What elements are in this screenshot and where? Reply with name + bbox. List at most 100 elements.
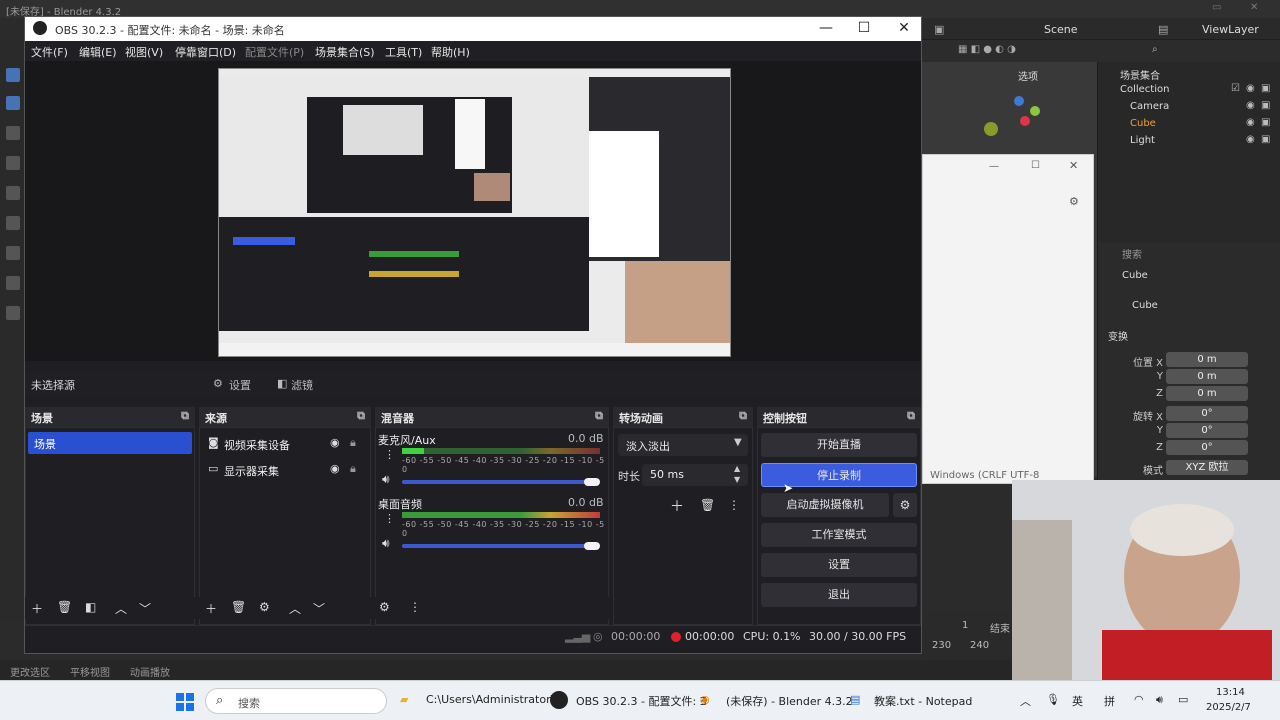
scene-icon[interactable]: ▣ [934, 23, 944, 36]
rotation-x-row[interactable]: 旋转 X 0° [1098, 406, 1280, 423]
obs-app-icon[interactable] [550, 691, 568, 709]
navigation-gizmo[interactable] [1012, 96, 1042, 126]
location-z-row[interactable]: Z0 m [1098, 386, 1280, 402]
eye-icon[interactable]: ◉ [330, 462, 340, 475]
virtual-camera-settings-icon[interactable]: ⚙ [893, 493, 917, 517]
source-item-display-capture[interactable]: ▭ 显示器采集 ◉ 🔒︎ [204, 460, 368, 480]
scale-tool-icon[interactable] [6, 186, 20, 200]
taskbar-search-input[interactable]: ⌕ 搜索 [205, 688, 387, 714]
add-cube-tool-icon[interactable] [6, 306, 20, 320]
chevron-up-icon[interactable]: ▲ [734, 464, 740, 473]
more-icon[interactable]: ⋮ [728, 498, 740, 512]
shading-icons[interactable]: ▦ ◧ ● ◐ ◑ [958, 44, 1038, 58]
lock-icon[interactable]: 🔒︎ [350, 436, 356, 450]
settings-button[interactable]: 设置 [761, 553, 917, 577]
taskbar-explorer[interactable]: C:\Users\Administrator\ [426, 693, 554, 706]
outliner-row-collection[interactable]: Collection ☑ ◉ ▣ [1098, 82, 1280, 99]
menu-edit[interactable]: 编辑(E) [79, 44, 117, 60]
clock-time[interactable]: 13:14 [1216, 687, 1245, 698]
menu-view[interactable]: 视图(V) [125, 44, 163, 60]
move-tool-icon[interactable] [6, 126, 20, 140]
location-y-row[interactable]: Y0 m [1098, 369, 1280, 385]
source-item-video-capture[interactable]: ◙ 视频采集设备 ◉ 🔒︎ [204, 434, 368, 454]
menu-scene-collection[interactable]: 场景集合(S) [315, 44, 375, 60]
studio-mode-button[interactable]: 工作室模式 [761, 523, 917, 547]
exit-button[interactable]: 退出 [761, 583, 917, 607]
desktop-volume-knob[interactable] [584, 542, 600, 550]
rotate-tool-icon[interactable] [6, 156, 20, 170]
undock-icon[interactable]: ⧉ [595, 409, 603, 423]
gear-icon[interactable]: ⚙ [213, 377, 223, 390]
lock-icon[interactable]: 🔒︎ [350, 462, 356, 476]
blender-app-icon[interactable]: ◉ [700, 693, 710, 706]
wifi-icon[interactable]: ◠ [1134, 693, 1144, 706]
filter-icon[interactable]: ◧ [85, 600, 96, 614]
chevron-down-icon[interactable]: ﹀ [139, 600, 151, 617]
select-tool-icon[interactable] [6, 68, 20, 82]
rotation-mode-row[interactable]: 模式 XYZ 欧拉 [1098, 460, 1280, 477]
view-layer-name[interactable]: ViewLayer [1202, 23, 1259, 36]
viewport-options[interactable]: 选项 [1018, 68, 1038, 83]
desktop-volume-slider[interactable] [402, 544, 598, 548]
speaker-icon[interactable]: 🔊︎ [382, 536, 390, 551]
speaker-icon[interactable]: 🔊︎ [382, 472, 390, 487]
outliner-row-scene-collection[interactable]: 场景集合 [1098, 65, 1280, 82]
gear-icon[interactable]: ⚙ [379, 600, 390, 614]
windows-start-icon[interactable] [176, 693, 194, 711]
chevron-down-icon[interactable]: ﹀ [313, 600, 325, 617]
more-icon[interactable]: ⋮ [384, 512, 395, 525]
trash-icon[interactable]: 🗑︎ [700, 498, 715, 512]
minimize-icon[interactable]: ▭ [1212, 2, 1221, 13]
undock-icon[interactable]: ⧉ [907, 409, 915, 423]
scene-name[interactable]: Scene [1044, 23, 1078, 36]
battery-icon[interactable]: ▭ [1178, 693, 1188, 706]
annotate-tool-icon[interactable] [6, 246, 20, 260]
undock-icon[interactable]: ⧉ [739, 409, 747, 423]
chevron-up-icon[interactable]: ︿ [115, 600, 127, 617]
maximize-icon[interactable]: ☐ [849, 20, 879, 36]
menu-help[interactable]: 帮助(H) [431, 44, 470, 60]
close-icon[interactable]: ✕ [1069, 159, 1078, 172]
taskbar-blender[interactable]: (未保存) - Blender 4.3.2 [726, 693, 853, 709]
speaker-icon[interactable]: 🔊︎ [1156, 693, 1163, 707]
menu-tools[interactable]: 工具(T) [385, 44, 422, 60]
start-streaming-button[interactable]: 开始直播 [761, 433, 917, 457]
ime-indicator[interactable]: 英 [1072, 693, 1083, 709]
chevron-down-icon[interactable]: ▼ [734, 475, 740, 484]
location-x-row[interactable]: 位置 X0 m [1098, 352, 1280, 369]
microphone-icon[interactable]: 🎙︎ [1046, 693, 1060, 706]
clock-date[interactable]: 2025/2/7 [1206, 702, 1251, 713]
mic-volume-knob[interactable] [584, 478, 600, 486]
trash-icon[interactable]: 🗑︎ [57, 600, 72, 614]
source-settings-button[interactable]: 设置 [229, 377, 251, 393]
transform-tool-icon[interactable] [6, 216, 20, 230]
notepad-app-icon[interactable]: ▤ [850, 693, 860, 706]
undock-icon[interactable]: ⧉ [181, 409, 189, 423]
close-icon[interactable]: ✕ [889, 20, 919, 36]
notepad-window[interactable]: — ☐ ✕ ⚙ [922, 154, 1094, 484]
scene-item[interactable]: 场景 [28, 432, 192, 454]
outliner-row-camera[interactable]: Camera ◉ ▣ [1098, 99, 1280, 116]
add-icon[interactable]: ＋ [670, 496, 684, 516]
start-virtual-camera-button[interactable]: 启动虚拟摄像机 [761, 493, 889, 517]
rotation-y-row[interactable]: Y 0° [1098, 423, 1280, 439]
cursor-tool-icon[interactable] [6, 96, 20, 110]
chevron-up-icon[interactable]: ︿ [1020, 693, 1031, 709]
more-icon[interactable]: ⋮ [409, 600, 421, 614]
undock-icon[interactable]: ⧉ [357, 409, 365, 423]
view-layer-icon[interactable]: ▤ [1158, 23, 1168, 36]
outliner-search-icon[interactable]: ⌕ [1152, 44, 1158, 55]
menu-docks[interactable]: 停靠窗口(D) [175, 44, 236, 60]
transition-select[interactable]: 淡入淡出 ▼ [618, 434, 748, 456]
add-icon[interactable]: ＋ [205, 600, 217, 617]
more-icon[interactable]: ⋮ [384, 448, 395, 461]
mic-volume-slider[interactable] [402, 480, 598, 484]
trash-icon[interactable]: 🗑︎ [231, 600, 246, 614]
close-icon[interactable]: ✕ [1250, 2, 1258, 13]
outliner-row-cube[interactable]: Cube ◉ ▣ [1098, 116, 1280, 133]
folder-icon[interactable]: ▰ [400, 693, 408, 706]
menu-profile[interactable]: 配置文件(P) [245, 44, 304, 60]
ime-mode-indicator[interactable]: 拼 [1104, 693, 1115, 709]
outliner-row-light[interactable]: Light ◉ ▣ [1098, 133, 1280, 150]
duration-input[interactable]: 50 ms ▲ ▼ [642, 464, 748, 486]
